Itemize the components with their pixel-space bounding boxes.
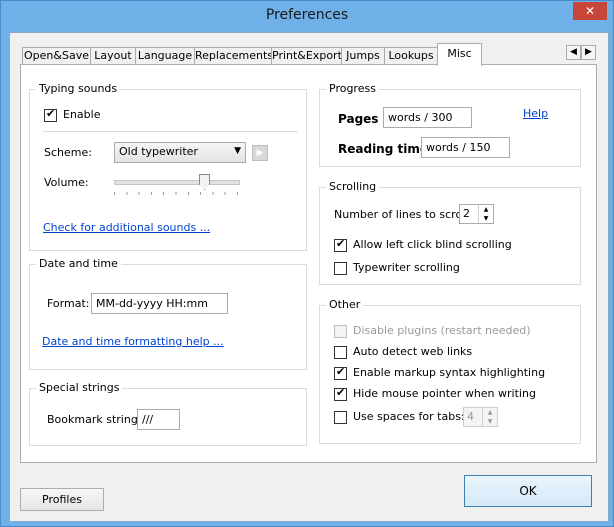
typewriter-scrolling-checkbox[interactable]	[334, 262, 347, 275]
check-sounds-link[interactable]: Check for additional sounds ...	[43, 221, 210, 234]
markup-highlighting-label: Enable markup syntax highlighting	[353, 366, 546, 379]
chevron-left-icon: ◀	[570, 47, 577, 57]
bookmark-string-input[interactable]: ///	[137, 409, 180, 430]
misc-tab-panel: Typing sounds Enable Scheme: Old typewri…	[20, 64, 597, 463]
markup-highlighting-checkbox[interactable]	[334, 365, 347, 380]
disable-plugins-label: Disable plugins (restart needed)	[353, 324, 531, 337]
stepper-down-icon[interactable]: ▼	[483, 417, 497, 426]
tab-size-value: 4	[467, 410, 474, 423]
progress-title: Progress	[326, 82, 379, 95]
scheme-dropdown[interactable]: Old typewriter ▼	[114, 142, 246, 163]
dialog-client-area: Open&Save Layout Language Replacements P…	[9, 32, 609, 522]
scrolling-title: Scrolling	[326, 180, 380, 193]
hide-mouse-checkbox[interactable]	[334, 386, 347, 401]
preferences-window: Preferences ✕ Open&Save Layout Language …	[0, 0, 614, 527]
disable-plugins-checkbox[interactable]	[334, 325, 347, 338]
date-time-group: Date and time Format: MM-dd-yyyy HH:mm D…	[29, 257, 307, 370]
chevron-down-icon: ▼	[234, 146, 241, 156]
scheme-value: Old typewriter	[119, 145, 198, 158]
date-format-input[interactable]: MM-dd-yyyy HH:mm	[91, 293, 228, 314]
tab-scroll-right[interactable]: ▶	[581, 45, 596, 60]
spaces-for-tabs-label: Use spaces for tabs:	[353, 410, 465, 423]
tab-language[interactable]: Language	[135, 47, 195, 65]
spaces-for-tabs-checkbox[interactable]	[334, 411, 347, 424]
profiles-button[interactable]: Profiles	[20, 488, 104, 511]
typing-sounds-title: Typing sounds	[36, 82, 121, 95]
pages-label: Pages	[338, 112, 379, 126]
tab-layout[interactable]: Layout	[90, 47, 136, 65]
stepper-up-icon[interactable]: ▲	[479, 205, 493, 214]
enable-sounds-label: Enable	[63, 108, 101, 121]
special-strings-title: Special strings	[36, 381, 123, 394]
tab-lookups[interactable]: Lookups	[384, 47, 438, 65]
tab-replacements[interactable]: Replacements	[194, 47, 273, 65]
stepper-up-icon[interactable]: ▲	[483, 408, 497, 417]
format-label: Format:	[47, 297, 90, 310]
volume-label: Volume:	[44, 176, 89, 189]
tab-scroll-left[interactable]: ◀	[566, 45, 581, 60]
date-time-title: Date and time	[36, 257, 121, 270]
lines-to-scroll-label: Number of lines to scroll:	[334, 208, 473, 221]
close-icon: ✕	[584, 4, 596, 18]
stepper-down-icon[interactable]: ▼	[479, 214, 493, 223]
tab-open-save[interactable]: Open&Save	[22, 47, 91, 65]
volume-slider[interactable]	[114, 174, 240, 195]
scheme-label: Scheme:	[44, 146, 92, 159]
typing-sounds-group: Typing sounds Enable Scheme: Old typewri…	[29, 82, 307, 251]
stepper-buttons: ▲ ▼	[482, 408, 497, 426]
progress-group: Progress Pages words / 300 Help Reading …	[319, 82, 581, 167]
hide-mouse-label: Hide mouse pointer when writing	[353, 387, 536, 400]
play-icon: ▶	[256, 148, 264, 158]
bookmark-label: Bookmark string:	[47, 413, 142, 426]
blind-scrolling-label: Allow left click blind scrolling	[353, 238, 512, 251]
tab-misc[interactable]: Misc	[437, 43, 482, 66]
divider	[43, 131, 298, 132]
title-bar[interactable]: Preferences ✕	[1, 1, 613, 33]
reading-time-input[interactable]: words / 150	[421, 137, 510, 158]
volume-ticks	[114, 192, 238, 195]
lines-to-scroll-value: 2	[463, 207, 470, 220]
typewriter-scrolling-label: Typewriter scrolling	[353, 261, 460, 274]
other-group: Other Disable plugins (restart needed) A…	[319, 298, 581, 444]
scrolling-group: Scrolling Number of lines to scroll: 2 ▲…	[319, 180, 581, 285]
auto-detect-links-checkbox[interactable]	[334, 346, 347, 359]
volume-thumb[interactable]	[199, 174, 210, 190]
window-title: Preferences	[265, 7, 349, 23]
progress-help-link[interactable]: Help	[523, 107, 548, 120]
enable-sounds-checkbox[interactable]	[44, 107, 57, 122]
pages-input[interactable]: words / 300	[383, 107, 472, 128]
date-format-help-link[interactable]: Date and time formatting help ...	[42, 335, 224, 348]
reading-time-label: Reading time	[338, 142, 428, 156]
ok-button[interactable]: OK	[464, 475, 592, 507]
tab-size-stepper[interactable]: 4 ▲ ▼	[463, 407, 498, 427]
volume-track	[114, 180, 240, 185]
special-strings-group: Special strings Bookmark string: ///	[29, 381, 307, 446]
blind-scrolling-checkbox[interactable]	[334, 237, 347, 252]
tab-jumps[interactable]: Jumps	[341, 47, 385, 65]
tab-print-export[interactable]: Print&Export	[271, 47, 342, 65]
close-button[interactable]: ✕	[573, 2, 607, 20]
auto-detect-links-label: Auto detect web links	[353, 345, 473, 358]
lines-to-scroll-stepper[interactable]: 2 ▲ ▼	[459, 204, 494, 224]
stepper-buttons: ▲ ▼	[478, 205, 493, 223]
chevron-right-icon: ▶	[585, 47, 592, 57]
other-title: Other	[326, 298, 364, 311]
play-sound-button[interactable]: ▶	[252, 145, 268, 161]
